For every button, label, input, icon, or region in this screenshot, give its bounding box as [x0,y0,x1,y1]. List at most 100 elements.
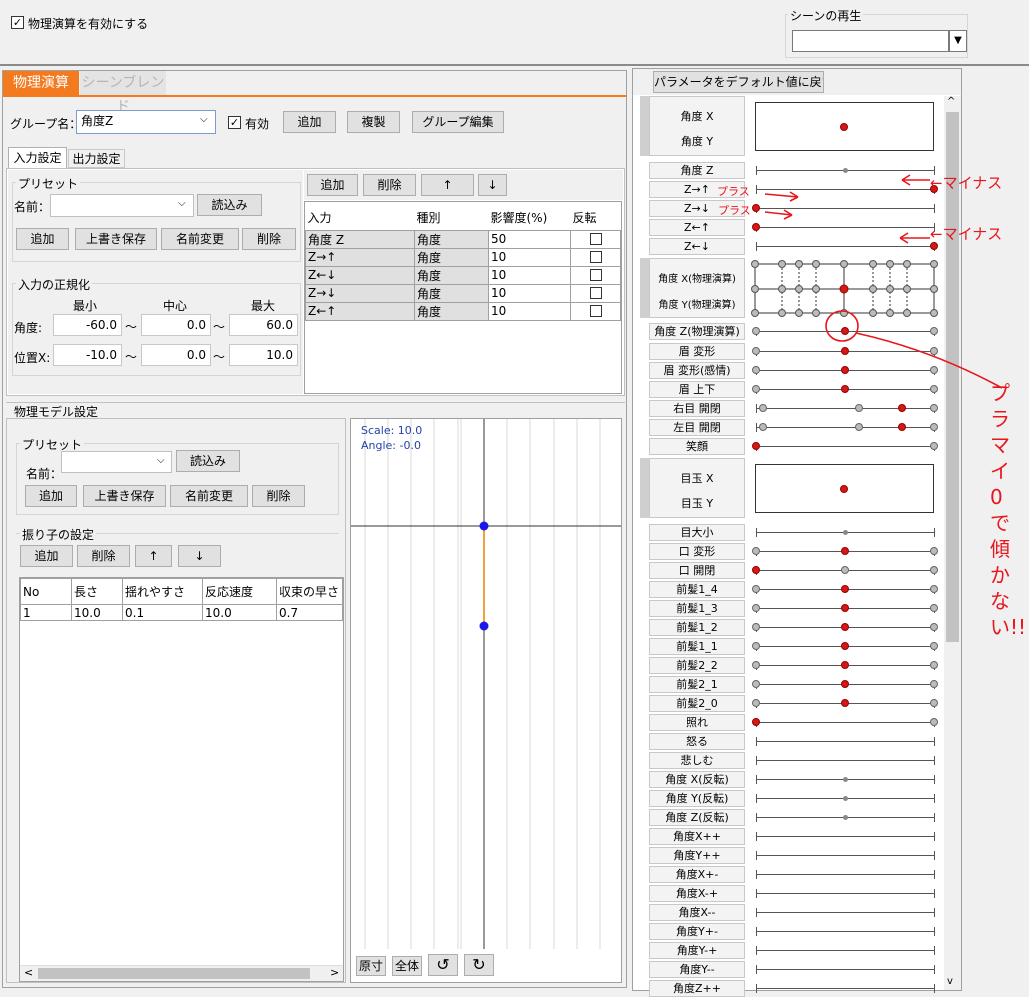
slider-knob[interactable] [841,680,849,688]
param-slider[interactable] [756,874,934,875]
input-preset-name-select[interactable] [50,194,194,217]
row-invert[interactable] [570,265,621,285]
input-delete-button[interactable]: 削除 [363,174,416,196]
slider-handle[interactable] [930,680,938,688]
row-invert[interactable] [570,301,621,321]
param-slider[interactable] [756,931,934,932]
cell-swing[interactable]: 0.1 [122,604,203,621]
slider-knob[interactable] [752,718,760,726]
angle-max-input[interactable]: 60.0 [229,314,298,336]
slider-knob[interactable] [843,796,848,801]
pos-center-input[interactable]: 0.0 [141,344,211,366]
angle-min-input[interactable]: -60.0 [53,314,122,336]
param-slider[interactable] [756,722,934,723]
redo-icon[interactable]: ↻ [464,954,494,976]
row-influence[interactable]: 10 [488,247,571,267]
pendulum-down-button[interactable]: ↓ [178,545,221,567]
pos-max-input[interactable]: 10.0 [229,344,298,366]
row-invert[interactable] [570,283,621,303]
row-input[interactable]: Z←↑ [305,301,415,321]
group-add-button[interactable]: 追加 [283,111,336,133]
param-slider[interactable] [756,912,934,913]
row-type[interactable]: 角度 [414,283,489,303]
slider-knob[interactable] [843,777,848,782]
undo-icon[interactable]: ↺ [428,954,458,976]
xy-angle-dot[interactable] [840,123,848,131]
input-preset-add-button[interactable]: 追加 [16,228,69,250]
param-slider[interactable] [756,893,934,894]
row-influence[interactable]: 10 [488,301,571,321]
preview-fit-button[interactable]: 全体 [392,956,422,976]
pos-min-input[interactable]: -10.0 [53,344,122,366]
model-preset-rename-button[interactable]: 名前変更 [170,485,248,507]
scene-play-dropdown-icon[interactable]: ▼ [949,30,967,52]
row-input[interactable]: Z→↓ [305,283,415,303]
group-edit-button[interactable]: グループ編集 [412,111,504,133]
row-type[interactable]: 角度 [414,265,489,285]
slider-handle[interactable] [752,680,760,688]
model-preset-add-button[interactable]: 追加 [25,485,77,507]
group-duplicate-button[interactable]: 複製 [347,111,400,133]
slider-handle[interactable] [752,661,760,669]
group-name-select[interactable]: 角度Z [76,110,216,134]
scroll-down-icon[interactable]: v [947,976,953,987]
preview-reset-button[interactable]: 原寸 [356,956,386,976]
row-type[interactable]: 角度 [414,229,489,249]
slider-handle[interactable] [930,699,938,707]
param-slider[interactable] [756,741,934,742]
input-add-button[interactable]: 追加 [307,174,358,196]
cell-speed[interactable]: 10.0 [202,604,277,621]
param-slider[interactable] [756,988,934,989]
slider-handle[interactable] [930,661,938,669]
row-influence[interactable]: 50 [488,229,571,249]
scene-play-select[interactable] [792,30,949,52]
input-preset-delete-button[interactable]: 削除 [242,228,296,250]
pendulum-up-button[interactable]: ↑ [135,545,172,567]
table-row[interactable]: Z←↓ 角度 10 [305,265,621,285]
slider-knob[interactable] [843,815,848,820]
row-input[interactable]: 角度 Z [305,229,415,249]
param-slider[interactable] [756,836,934,837]
physics-enable-checkbox[interactable]: ✓ [11,16,24,29]
table-row[interactable]: Z→↓ 角度 10 [305,283,621,303]
row-input[interactable]: Z←↓ [305,265,415,285]
table-row[interactable]: Z←↑ 角度 10 [305,301,621,321]
param-slider[interactable] [756,760,934,761]
tab-scene-blend[interactable]: シーンブレンド [80,71,166,115]
cell-length[interactable]: 10.0 [71,604,123,621]
model-preset-load-button[interactable]: 読込み [176,450,240,472]
cell-convergence[interactable]: 0.7 [276,604,343,621]
row-input[interactable]: Z→↑ [305,247,415,267]
slider-knob[interactable] [841,699,849,707]
input-down-button[interactable]: ↓ [478,174,507,196]
input-preset-rename-button[interactable]: 名前変更 [161,228,239,250]
row-type[interactable]: 角度 [414,301,489,321]
pendulum-delete-button[interactable]: 削除 [77,545,130,567]
slider-handle[interactable] [930,718,938,726]
model-preset-name-select[interactable] [61,451,172,473]
slider-handle[interactable] [930,642,938,650]
scroll-up-icon[interactable]: ^ [947,96,955,107]
group-enabled-checkbox[interactable]: ✓ [228,116,241,129]
input-preset-load-button[interactable]: 読込み [197,194,262,216]
reset-parameters-button[interactable]: パラメータをデフォルト値に戻す [653,71,824,93]
param-slider[interactable] [756,969,934,970]
tab-input-settings[interactable]: 入力設定 [8,147,67,168]
table-row[interactable]: Z→↑ 角度 10 [305,247,621,267]
angle-center-input[interactable]: 0.0 [141,314,211,336]
input-preset-overwrite-button[interactable]: 上書き保存 [75,228,157,250]
row-invert[interactable] [570,229,621,249]
cell-no[interactable]: 1 [20,604,72,621]
row-type[interactable]: 角度 [414,247,489,267]
pendulum-preview[interactable]: Scale: 10.0 Angle: -0.0 原寸 全体 ↺ ↻ [350,418,622,983]
scrollbar-thumb[interactable] [38,968,310,979]
table-row[interactable]: 角度 Z 角度 50 [305,229,621,249]
param-slider[interactable] [756,950,934,951]
slider-handle[interactable] [752,699,760,707]
row-influence[interactable]: 10 [488,265,571,285]
param-slider[interactable] [756,855,934,856]
pendulum-add-button[interactable]: 追加 [20,545,73,567]
slider-knob[interactable] [841,642,849,650]
scroll-left-icon[interactable]: < [24,966,33,979]
tab-output-settings[interactable]: 出力設定 [68,149,125,168]
